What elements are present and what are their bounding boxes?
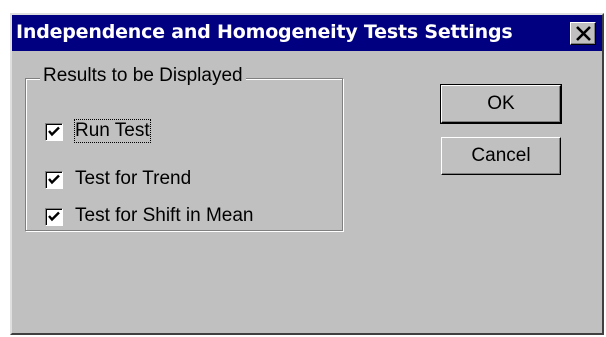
test-for-trend-label: Test for Trend [75, 168, 192, 189]
window-title: Independence and Homogeneity Tests Setti… [16, 21, 513, 43]
ok-button[interactable]: OK [440, 84, 562, 124]
title-bar[interactable]: Independence and Homogeneity Tests Setti… [12, 15, 602, 51]
run-test-checkbox[interactable] [45, 123, 63, 141]
test-for-trend-checkbox[interactable] [45, 171, 63, 189]
results-group-label: Results to be Displayed [40, 65, 246, 87]
close-button[interactable] [570, 22, 596, 45]
checkmark-icon [48, 174, 60, 185]
test-for-shift-in-mean-label: Test for Shift in Mean [75, 205, 254, 226]
close-x-icon [576, 26, 591, 41]
run-test-label: Run Test [74, 119, 151, 143]
cancel-button[interactable]: Cancel [441, 137, 561, 175]
checkmark-icon [48, 126, 60, 137]
test-for-shift-in-mean-checkbox[interactable] [45, 208, 63, 226]
checkmark-icon [48, 211, 60, 222]
